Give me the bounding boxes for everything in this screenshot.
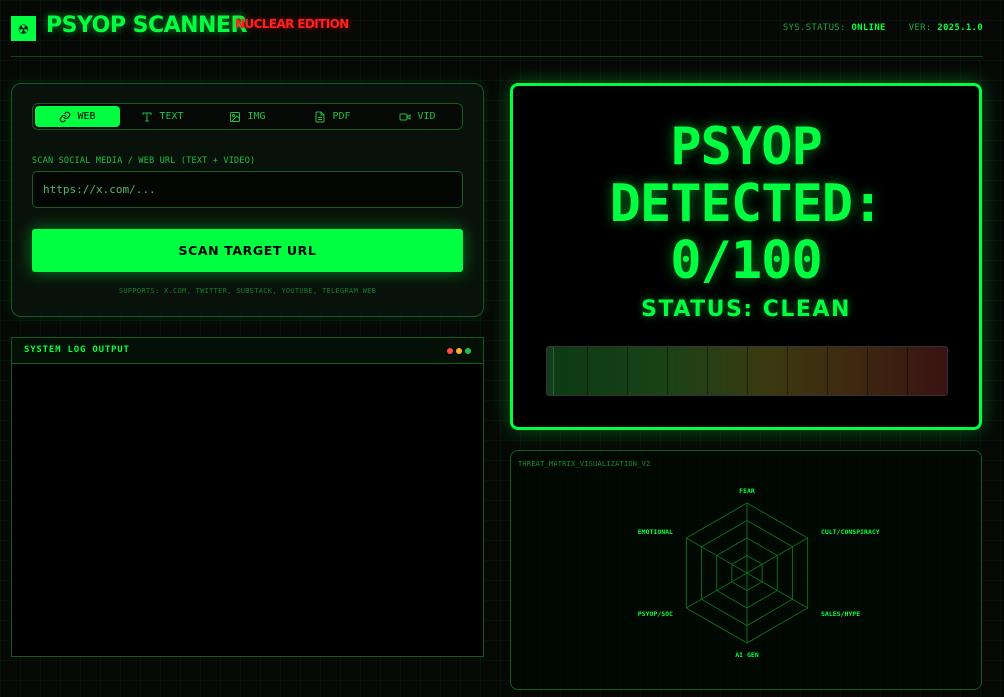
radiation-glyph: ☢ bbox=[18, 18, 29, 38]
meter-segment-divider bbox=[867, 347, 868, 395]
link-icon bbox=[60, 111, 71, 122]
url-field-label: SCAN SOCIAL MEDIA / WEB URL (TEXT + VIDE… bbox=[32, 156, 256, 166]
result-panel: PSYOP DETECTED: 0/100 STATUS: CLEAN bbox=[510, 83, 982, 430]
system-log-panel: SYSTEM LOG OUTPUT bbox=[11, 337, 484, 657]
radar-axis-label: AI GEN bbox=[735, 651, 759, 659]
meter-segment-divider bbox=[907, 347, 908, 395]
detection-headline: PSYOP DETECTED: 0/100 bbox=[513, 119, 979, 290]
tab-label: PDF bbox=[332, 111, 351, 122]
meter-segment-divider bbox=[827, 347, 828, 395]
threat-meter-fill bbox=[547, 347, 554, 395]
green-dot-icon bbox=[465, 348, 471, 354]
version-label: VER: bbox=[908, 23, 932, 33]
headline-line1: PSYOP bbox=[670, 117, 823, 177]
meter-segment-divider bbox=[707, 347, 708, 395]
source-tabs: WEB TEXT IMG PDF VID bbox=[32, 103, 463, 130]
file-icon bbox=[315, 111, 325, 122]
tab-pdf[interactable]: PDF bbox=[290, 106, 375, 127]
scan-target-button[interactable]: SCAN TARGET URL bbox=[32, 229, 463, 272]
meter-segment-divider bbox=[787, 347, 788, 395]
meter-segment-divider bbox=[747, 347, 748, 395]
status-label: SYS.STATUS: bbox=[782, 23, 846, 33]
status-text: STATUS: CLEAN bbox=[641, 297, 851, 322]
url-input[interactable] bbox=[32, 171, 463, 208]
image-icon bbox=[230, 111, 241, 122]
meter-segment-divider bbox=[667, 347, 668, 395]
status-value: ONLINE bbox=[851, 23, 886, 33]
app-header: ☢ PSYOP SCANNER NUCLEAR EDITION SYS.STAT… bbox=[11, 12, 983, 57]
edition-badge: NUCLEAR EDITION bbox=[235, 17, 349, 31]
tab-label: TEXT bbox=[159, 111, 184, 122]
radar-axis-label: CULT/CONSPIRACY bbox=[821, 528, 880, 536]
threat-meter bbox=[546, 346, 948, 396]
psyop-score: 0/100 bbox=[670, 231, 823, 291]
scan-input-panel: WEB TEXT IMG PDF VID SCAN SOCIAL MEDIA /… bbox=[11, 83, 484, 317]
log-title: SYSTEM LOG OUTPUT bbox=[24, 345, 130, 355]
window-dots bbox=[447, 348, 471, 354]
version-value: 2025.1.0 bbox=[937, 23, 983, 33]
tab-vid[interactable]: VID bbox=[375, 106, 460, 127]
radar-axis-label: FEAR bbox=[739, 487, 755, 495]
log-header: SYSTEM LOG OUTPUT bbox=[12, 338, 483, 364]
app-title: PSYOP SCANNER bbox=[46, 13, 247, 38]
system-status: SYS.STATUS: ONLINE VER: 2025.1.0 bbox=[783, 23, 983, 33]
radar-axis-label: EMOTIONAL bbox=[638, 528, 673, 536]
log-output-area[interactable] bbox=[12, 364, 483, 656]
tab-label: IMG bbox=[247, 111, 266, 122]
red-dot-icon bbox=[447, 348, 453, 354]
yellow-dot-icon bbox=[456, 348, 462, 354]
tab-img[interactable]: IMG bbox=[205, 106, 290, 127]
radiation-logo-icon: ☢ bbox=[11, 16, 36, 41]
tab-label: WEB bbox=[77, 111, 96, 122]
threat-matrix-panel: THREAT_MATRIX_VISUALIZATION_V2 FEAR CULT/… bbox=[510, 450, 982, 690]
tab-text[interactable]: TEXT bbox=[120, 106, 205, 127]
supported-sites-note: SUPPORTS: X.COM, TWITTER, SUBSTACK, YOUT… bbox=[118, 287, 377, 295]
radar-axis-label: SALES/HYPE bbox=[821, 610, 860, 618]
meter-segment-divider bbox=[627, 347, 628, 395]
tab-web[interactable]: WEB bbox=[35, 106, 120, 127]
headline-line2: DETECTED: bbox=[609, 174, 884, 234]
tab-label: VID bbox=[417, 111, 436, 122]
radar-chart: FEAR CULT/CONSPIRACY SALES/HYPE AI GEN PSYOP… bbox=[638, 487, 880, 659]
radar-axis-label: PSYOP/SOC bbox=[638, 610, 673, 618]
text-icon bbox=[142, 112, 152, 121]
video-icon bbox=[399, 113, 411, 120]
meter-segment-divider bbox=[587, 347, 588, 395]
